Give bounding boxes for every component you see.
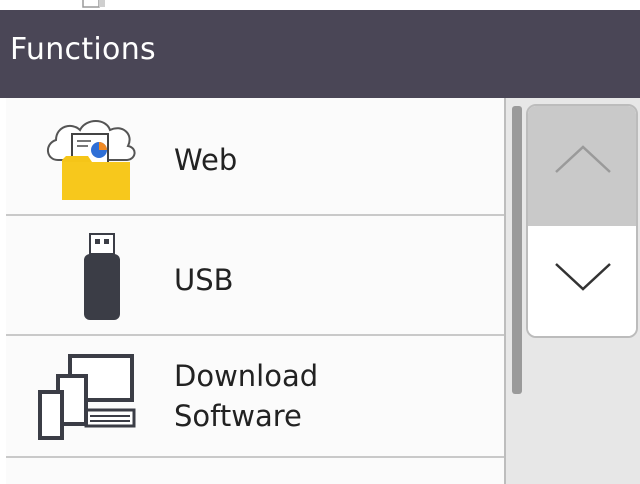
chevron-up-icon bbox=[555, 145, 611, 173]
header-bar: Functions bbox=[0, 10, 640, 98]
scroll-down-button[interactable] bbox=[528, 226, 636, 336]
scroll-up-button[interactable] bbox=[528, 106, 636, 226]
list-item-usb[interactable]: USB bbox=[6, 218, 504, 336]
scroll-pane bbox=[504, 98, 640, 484]
top-strip bbox=[0, 0, 640, 10]
document-icon bbox=[82, 0, 105, 8]
cloud-web-folder-icon bbox=[47, 120, 136, 200]
scrollbar-thumb[interactable] bbox=[512, 106, 522, 394]
usb-drive-icon bbox=[84, 233, 120, 320]
row-divider bbox=[6, 214, 504, 216]
page-title: Functions bbox=[10, 32, 156, 67]
pane-divider bbox=[504, 98, 506, 484]
list-item-label: Web bbox=[174, 143, 238, 177]
scroll-buttons bbox=[526, 104, 638, 338]
devices-icon bbox=[38, 354, 136, 440]
row-divider bbox=[6, 456, 504, 458]
list-item-download-software[interactable]: Download Software bbox=[6, 338, 504, 458]
list-item-label: Download bbox=[174, 359, 319, 393]
chevron-down-icon bbox=[555, 263, 611, 291]
list-item-web[interactable]: Web bbox=[6, 98, 504, 216]
list-item-label-line2: Software bbox=[174, 399, 302, 433]
row-divider bbox=[6, 334, 504, 336]
list-item-label: USB bbox=[174, 263, 234, 297]
list-item-partial[interactable] bbox=[6, 460, 504, 484]
function-list: Web USB Download Software bbox=[6, 98, 504, 484]
